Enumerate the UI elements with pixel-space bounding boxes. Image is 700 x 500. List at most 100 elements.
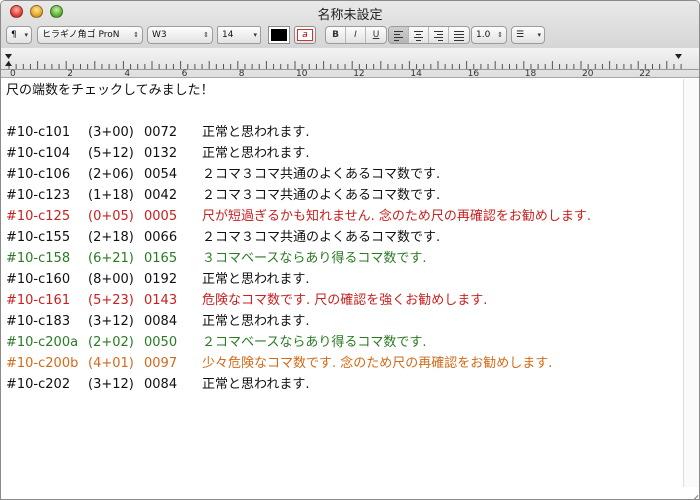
text-editor-window: 名称未設定 ¶ ▾ ヒラギノ角ゴ ProN ⇕ W3 ⇕ 14 ▾ a B I … [0, 0, 700, 500]
cut-id: #10-c104 [6, 146, 71, 161]
cut-id: #10-c200a [6, 335, 79, 350]
alignment-segmented [388, 26, 470, 44]
ruler-label: 22 [639, 69, 650, 78]
align-center-button[interactable] [409, 27, 429, 43]
font-weight-popup[interactable]: W3 ⇕ [147, 26, 213, 44]
frame-count: 0084 [144, 314, 178, 329]
status-message: 正常と思われます. [202, 272, 310, 287]
up-down-arrows-icon: ⇕ [203, 31, 209, 39]
status-message: 正常と思われます. [202, 146, 310, 161]
list-bullets-popup[interactable]: ☰ ▾ [511, 26, 545, 44]
align-right-button[interactable] [429, 27, 449, 43]
frame-count: 0132 [144, 146, 178, 161]
bold-button[interactable]: B [326, 27, 346, 43]
status-message: 尺が短過ぎるかも知れません. 念のため尺の再確認をお勧めします. [202, 209, 592, 224]
highlight-no-color-icon: a [297, 29, 313, 41]
ruler-label: 10 [296, 69, 308, 78]
status-message: ２コマ３コマ共通のよくあるコマ数です. [202, 167, 441, 182]
frame-count: 0097 [144, 356, 178, 371]
line-spacing-value: 1.0 [476, 30, 491, 40]
frame-count: 0165 [144, 251, 178, 266]
up-down-arrows-icon: ⇕ [133, 31, 139, 39]
text-color-swatch [271, 29, 287, 41]
duration-seconds: (2+02) [88, 335, 134, 350]
result-line: #10-c161 (5+23) 0143 危険なコマ数です. 尺の確認を強くお勧めしま… [6, 290, 685, 311]
ruler-label: 6 [182, 69, 188, 78]
cut-id: #10-c183 [6, 314, 71, 329]
status-message: ２コマ３コマ共通のよくあるコマ数です. [202, 230, 441, 245]
text-style-segmented: B I U [325, 26, 387, 44]
frame-count: 0072 [144, 125, 178, 140]
ruler-label: 12 [353, 69, 364, 78]
status-message: ２コマ３コマ共通のよくあるコマ数です. [202, 188, 441, 203]
duration-seconds: (6+21) [88, 251, 134, 266]
duration-seconds: (5+23) [88, 293, 134, 308]
cut-id: #10-c123 [6, 188, 71, 203]
ruler-label: 4 [124, 69, 130, 78]
result-line: #10-c123 (1+18) 0042 ２コマ３コマ共通のよくあるコマ数です. [6, 185, 685, 206]
font-weight-value: W3 [152, 30, 167, 40]
ruler-label: 8 [239, 69, 245, 78]
result-line: #10-c160 (8+00) 0192 正常と思われます. [6, 269, 685, 290]
format-toolbar: ¶ ▾ ヒラギノ角ゴ ProN ⇕ W3 ⇕ 14 ▾ a B I U 1.0 … [1, 26, 699, 46]
font-family-popup[interactable]: ヒラギノ角ゴ ProN ⇕ [37, 26, 143, 44]
cut-id: #10-c161 [6, 293, 71, 308]
status-message: 危険なコマ数です. 尺の確認を強くお勧めします. [202, 293, 488, 308]
justify-button[interactable] [449, 27, 469, 43]
result-line: #10-c183 (3+12) 0084 正常と思われます. [6, 311, 685, 332]
list-icon: ☰ [516, 30, 525, 40]
chevron-down-icon: ▾ [253, 31, 257, 39]
result-line: #10-c158 (6+21) 0165 ３コマベースならあり得るコマ数です. [6, 248, 685, 269]
ruler-label: 14 [410, 69, 422, 78]
cut-id: #10-c158 [6, 251, 71, 266]
font-size-combo[interactable]: 14 ▾ [217, 26, 261, 44]
duration-seconds: (3+12) [88, 377, 134, 392]
duration-seconds: (2+06) [88, 167, 134, 182]
frame-count: 0084 [144, 377, 178, 392]
duration-seconds: (8+00) [88, 272, 134, 287]
font-size-value: 14 [222, 30, 234, 40]
line-spacing-popup[interactable]: 1.0 ⇕ [471, 26, 507, 44]
frame-count: 0042 [144, 188, 178, 203]
text-editing-area[interactable]: 尺の端数をチェックしてみました！ #10-c101 (3+00) 0072 正常と思わ… [1, 79, 685, 499]
status-message: 正常と思われます. [202, 314, 310, 329]
cut-id: #10-c101 [6, 125, 71, 140]
document-heading: 尺の端数をチェックしてみました！ [6, 83, 214, 98]
align-left-button[interactable] [389, 27, 409, 43]
result-line: #10-c104 (5+12) 0132 正常と思われます. [6, 143, 685, 164]
text-color-well[interactable] [268, 26, 290, 44]
duration-seconds: (2+18) [88, 230, 134, 245]
status-message: 正常と思われます. [202, 377, 310, 392]
underline-button[interactable]: U [366, 27, 386, 43]
ruler[interactable]: 0 2 4 6 8 10 12 14 16 18 20 22 [1, 48, 699, 78]
result-list: #10-c101 (3+00) 0072 正常と思われます. #10-c104 (5+12… [6, 122, 685, 395]
vertical-scrollbar[interactable] [683, 79, 699, 487]
frame-count: 0054 [144, 167, 178, 182]
duration-seconds: (5+12) [88, 146, 134, 161]
duration-seconds: (3+12) [88, 314, 134, 329]
result-line: #10-c106 (2+06) 0054 ２コマ３コマ共通のよくあるコマ数です. [6, 164, 685, 185]
result-line: #10-c101 (3+00) 0072 正常と思われます. [6, 122, 685, 143]
duration-seconds: (3+00) [88, 125, 134, 140]
window-title: 名称未設定 [317, 8, 383, 23]
title-bar: 名称未設定 [1, 1, 699, 23]
paragraph-style-label: ¶ [11, 30, 17, 40]
highlight-color-well[interactable]: a [294, 26, 316, 44]
frame-count: 0050 [144, 335, 178, 350]
up-down-arrows-icon: ⇕ [497, 31, 503, 39]
paragraph-style-popup[interactable]: ¶ ▾ [6, 26, 32, 44]
ruler-ticks: 0 2 4 6 8 10 12 14 16 18 20 22 [1, 54, 699, 78]
status-message: ２コマベースならあり得るコマ数です. [202, 335, 427, 350]
ruler-label: 2 [67, 69, 73, 78]
italic-button[interactable]: I [346, 27, 366, 43]
cut-id: #10-c160 [6, 272, 71, 287]
frame-count: 0192 [144, 272, 178, 287]
frame-count: 0005 [144, 209, 178, 224]
resize-grip-icon[interactable] [686, 486, 699, 499]
duration-seconds: (0+05) [88, 209, 134, 224]
cut-id: #10-c106 [6, 167, 71, 182]
ruler-label: 16 [468, 69, 480, 78]
cut-id: #10-c200b [6, 356, 79, 371]
frame-count: 0066 [144, 230, 178, 245]
